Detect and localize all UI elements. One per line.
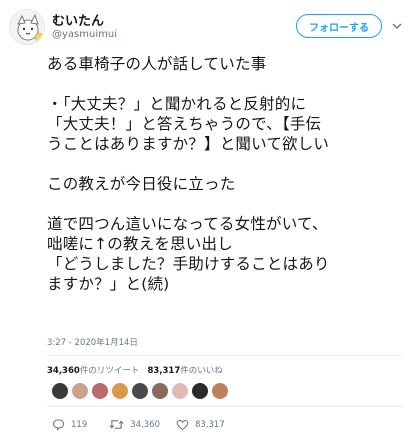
tweet-line: ある車椅子の人が話していた事 xyxy=(47,55,267,73)
liker-avatar[interactable] xyxy=(192,383,208,399)
user-handle[interactable]: @yasmuimui xyxy=(52,29,117,40)
reply-button[interactable]: 119 xyxy=(52,418,87,431)
tweet-line: 咄嗟に↑の教えを思い出し xyxy=(47,235,233,253)
chevron-down-icon xyxy=(392,23,402,29)
tweet-timestamp[interactable]: 3:27 - 2020年1月14日 xyxy=(47,336,138,348)
likes-stat[interactable]: 83,317件のいいね xyxy=(147,366,222,376)
follow-button[interactable]: フォローする xyxy=(296,14,382,38)
tweet-line: 「大丈夫！」と答えちゃうので、【手伝 xyxy=(47,115,322,133)
divider xyxy=(47,355,402,356)
tweet-line: 「どうしました？手助けすることはあり xyxy=(47,255,330,273)
liker-avatar[interactable] xyxy=(92,383,108,399)
liker-avatar[interactable] xyxy=(212,383,228,399)
liker-avatar[interactable] xyxy=(132,383,148,399)
retweet-count: 34,360 xyxy=(130,419,160,430)
avatar[interactable] xyxy=(9,9,45,45)
reply-icon xyxy=(52,419,65,431)
retweet-icon xyxy=(109,420,124,429)
display-name[interactable]: むいたん xyxy=(52,10,104,29)
tweet-text: ある車椅子の人が話していた事 ・「大丈夫？」と聞かれると反射的に 「大丈夫！」と… xyxy=(47,54,407,294)
likes-label: 件のいいね xyxy=(180,366,223,376)
retweets-stat[interactable]: 34,360件のリツイート xyxy=(47,366,139,376)
retweets-count: 34,360 xyxy=(47,366,80,376)
retweets-label: 件のリツイート xyxy=(79,366,140,376)
more-options-button[interactable] xyxy=(390,18,404,32)
tweet-line: この教えが今日役に立った xyxy=(47,175,236,193)
engagement-stats: 34,360件のリツイート 83,317件のいいね xyxy=(47,364,223,376)
tweet-line: うことはありますか？】と聞いて欲しい xyxy=(47,135,330,153)
liker-avatars xyxy=(52,383,228,399)
tweet-line: 道で四つん這いになってる女性がいて、 xyxy=(47,215,328,233)
like-count: 83,317 xyxy=(194,419,225,430)
heart-icon xyxy=(176,419,189,430)
liker-avatar[interactable] xyxy=(52,383,68,399)
tweet-line: ・「大丈夫？」と聞かれると反射的に xyxy=(47,95,307,113)
avatar-illustration xyxy=(17,13,44,42)
tweet-actions: 119 34,360 83,317 xyxy=(52,418,225,431)
divider xyxy=(47,406,402,407)
tweet-line: ますか？」と(続) xyxy=(47,275,170,293)
retweet-button[interactable]: 34,360 xyxy=(109,418,160,431)
liker-avatar[interactable] xyxy=(152,383,168,399)
liker-avatar[interactable] xyxy=(112,383,128,399)
reply-count: 119 xyxy=(71,419,88,430)
liker-avatar[interactable] xyxy=(72,383,88,399)
likes-count: 83,317 xyxy=(147,366,181,376)
like-button[interactable]: 83,317 xyxy=(176,419,225,431)
liker-avatar[interactable] xyxy=(172,383,188,399)
